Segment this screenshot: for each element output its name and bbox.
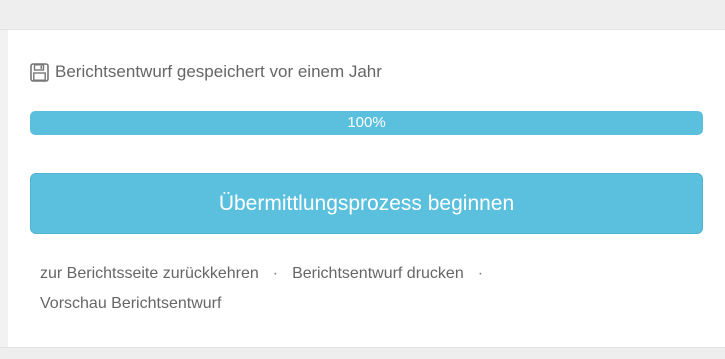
print-draft-link[interactable]: Berichtsentwurf drucken [292, 265, 464, 282]
save-status-text: Berichtsentwurf gespeichert vor einem Ja… [55, 62, 382, 81]
save-status: Berichtsentwurf gespeichert vor einem Ja… [30, 60, 382, 84]
preview-draft-link[interactable]: Vorschau Berichtsentwurf [40, 295, 221, 312]
left-edge [0, 30, 8, 347]
link-separator: · [272, 265, 279, 282]
top-band-divider [0, 29, 725, 30]
progress-bar-fill: 100% [30, 111, 703, 135]
progress-bar: 100% [30, 111, 703, 135]
floppy-disk-icon [30, 62, 49, 82]
bottom-band [0, 347, 725, 359]
progress-label: 100% [347, 114, 386, 131]
link-separator: · [477, 265, 484, 282]
start-submission-button[interactable]: Übermittlungsprozess beginnen [30, 173, 703, 234]
report-links: zur Berichtsseite zurückkehren · Berichtse… [40, 259, 690, 319]
top-band [0, 0, 725, 29]
back-to-report-link[interactable]: zur Berichtsseite zurückkehren [40, 265, 259, 282]
